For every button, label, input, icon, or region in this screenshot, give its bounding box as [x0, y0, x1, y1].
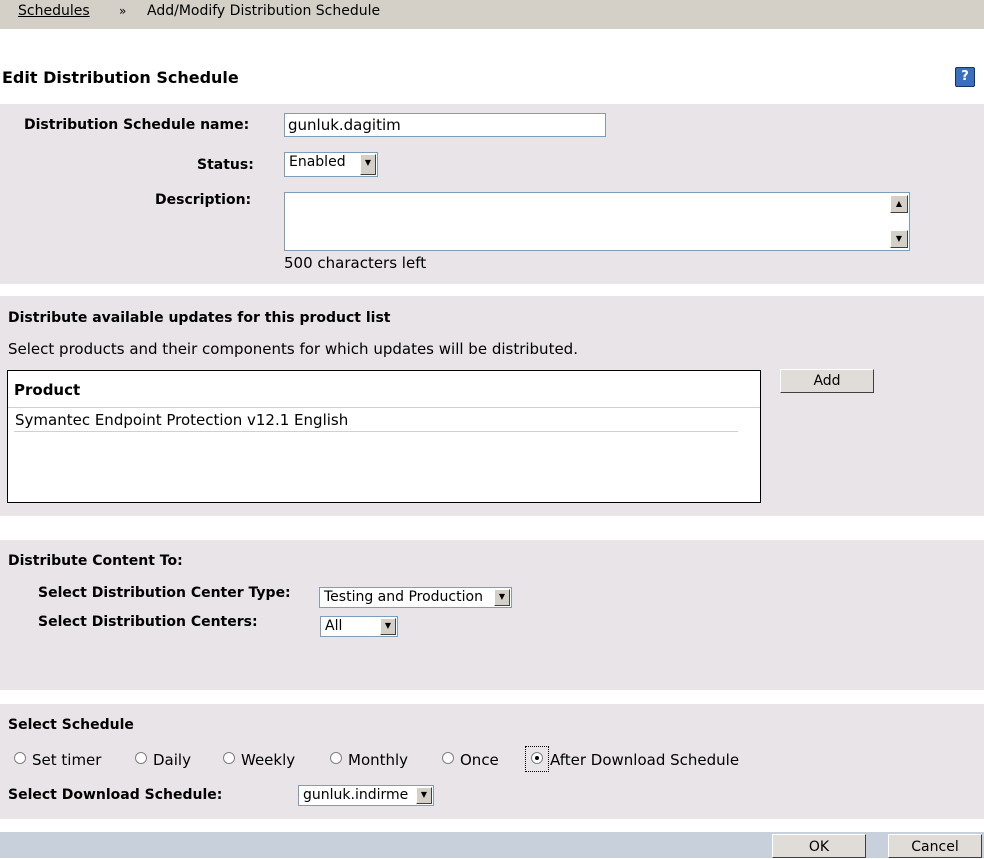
radio-set-timer[interactable]: [14, 752, 26, 764]
radio-after-download-schedule[interactable]: [531, 752, 543, 764]
radio-label-after-download-schedule: After Download Schedule: [550, 751, 740, 769]
breadcrumb-schedules-link[interactable]: Schedules: [18, 3, 90, 19]
add-product-button[interactable]: Add: [780, 369, 874, 393]
product-heading: Distribute available updates for this pr…: [8, 310, 391, 326]
radio-monthly[interactable]: [330, 752, 342, 764]
chevron-down-icon: ▼: [380, 618, 396, 635]
status-select-value: Enabled: [289, 154, 346, 170]
radio-weekly[interactable]: [223, 752, 235, 764]
centers-label: Select Distribution Centers:: [38, 614, 258, 630]
scroll-down-icon[interactable]: ▼: [890, 230, 908, 248]
row-divider: [14, 431, 738, 432]
chevron-down-icon: ▼: [416, 787, 432, 804]
cancel-button[interactable]: Cancel: [888, 834, 982, 858]
ok-button[interactable]: OK: [772, 834, 866, 858]
download-schedule-select-value: gunluk.indirme: [303, 787, 409, 803]
radio-label-weekly: Weekly: [241, 751, 296, 769]
scroll-up-icon[interactable]: ▲: [890, 195, 908, 213]
radio-label-once: Once: [460, 751, 499, 769]
centers-select[interactable]: All ▼: [320, 616, 398, 637]
table-row[interactable]: Symantec Endpoint Protection v12.1 Engli…: [15, 411, 348, 429]
product-subtext: Select products and their components for…: [8, 340, 578, 358]
download-schedule-label: Select Download Schedule:: [8, 787, 223, 803]
chevron-down-icon: ▼: [494, 589, 510, 606]
radio-label-set-timer: Set timer: [32, 751, 102, 769]
chevron-down-icon: ▼: [360, 154, 376, 175]
center-type-select-value: Testing and Production: [324, 589, 483, 605]
radio-once[interactable]: [442, 752, 454, 764]
characters-left-text: 500 characters left: [284, 254, 427, 272]
description-textarea[interactable]: [284, 192, 910, 251]
question-mark-icon[interactable]: ?: [955, 67, 975, 87]
breadcrumb-separator: »: [119, 4, 127, 18]
description-label: Description:: [155, 192, 252, 208]
breadcrumb-current: Add/Modify Distribution Schedule: [147, 3, 381, 19]
header-divider: [8, 407, 760, 408]
center-type-select[interactable]: Testing and Production ▼: [319, 587, 512, 608]
product-column-header: Product: [14, 381, 81, 399]
radio-label-monthly: Monthly: [348, 751, 409, 769]
status-select[interactable]: Enabled ▼: [284, 152, 378, 177]
status-label: Status:: [197, 157, 254, 173]
page-title: Edit Distribution Schedule: [2, 68, 239, 87]
schedule-heading: Select Schedule: [8, 717, 134, 733]
distribute-heading: Distribute Content To:: [8, 553, 183, 569]
product-table: Product Symantec Endpoint Protection v12…: [7, 370, 761, 503]
schedule-name-input[interactable]: [284, 113, 606, 137]
radio-label-daily: Daily: [153, 751, 191, 769]
download-schedule-select[interactable]: gunluk.indirme ▼: [298, 785, 434, 806]
radio-daily[interactable]: [135, 752, 147, 764]
center-type-label: Select Distribution Center Type:: [38, 585, 291, 601]
centers-select-value: All: [325, 618, 343, 634]
name-label: Distribution Schedule name:: [24, 117, 250, 133]
